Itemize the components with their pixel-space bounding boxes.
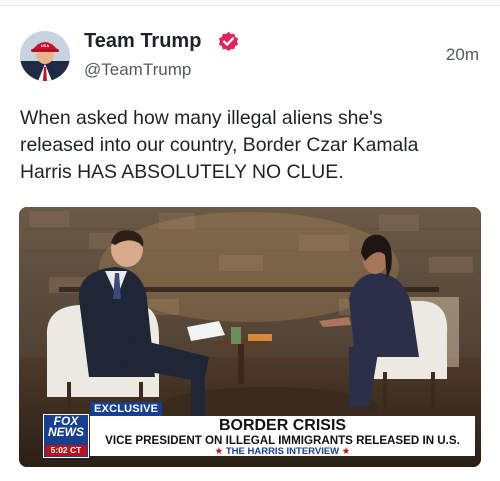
tweet-text: When asked how many illegal aliens she's… (20, 105, 488, 186)
star-icon: ★ (341, 446, 351, 457)
broadcast-clock: 5:02 CT (45, 445, 87, 456)
headline-banner: BORDER CRISIS VICE PRESIDENT ON ILLEGAL … (90, 416, 475, 456)
timestamp[interactable]: 20m (446, 45, 479, 65)
network-logo-line2: NEWS (48, 425, 84, 439)
news-chyron: EXCLUSIVE FOX NEWS 5:02 CT BORDER CRISIS… (19, 398, 481, 458)
chyron-footer: ★ THE HARRIS INTERVIEW ★ (90, 446, 475, 457)
verified-badge-icon (217, 30, 240, 53)
tweet-text-line: When asked how many illegal aliens she's (20, 107, 383, 129)
fox-news-logo: FOX NEWS 5:02 CT (43, 414, 89, 458)
tweet-text-line: Harris HAS ABSOLUTELY NO CLUE. (20, 161, 344, 183)
svg-text:USA: USA (41, 43, 50, 48)
exclusive-tag: EXCLUSIVE (90, 402, 163, 417)
chyron-headline: BORDER CRISIS (218, 417, 347, 434)
author-handle[interactable]: @TeamTrump (84, 60, 191, 80)
chyron-footer-text: THE HARRIS INTERVIEW (225, 446, 340, 457)
network-logo-text: FOX NEWS (44, 415, 88, 439)
author-name[interactable]: Team Trump (84, 30, 201, 53)
top-divider (0, 0, 500, 6)
avatar[interactable]: USA (20, 31, 70, 81)
tweet-header: USA Team Trump @TeamTrump 20m (0, 24, 500, 88)
star-icon: ★ (214, 446, 224, 457)
tweet-text-line: released into our country, Border Czar K… (20, 134, 419, 156)
